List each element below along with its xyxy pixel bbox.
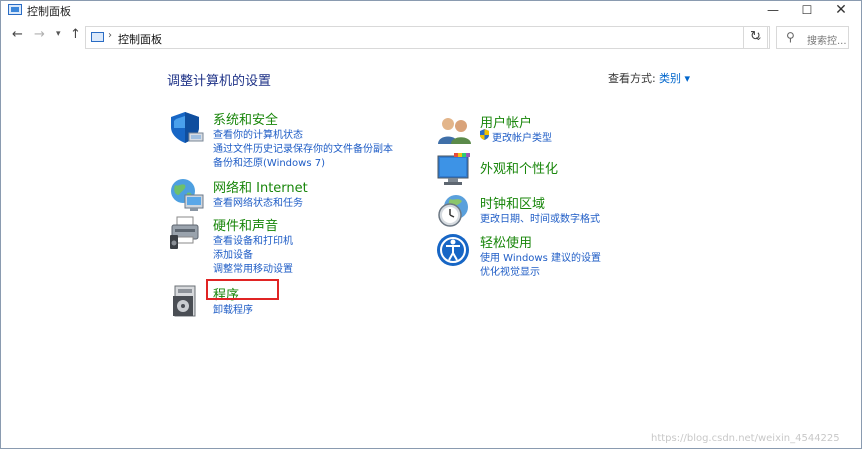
watermark-text: https://blog.csdn.net/weixin_4544225: [651, 433, 840, 444]
category-title-appearance[interactable]: 外观和个性化: [480, 158, 558, 177]
recent-locations-button[interactable]: ▾: [56, 29, 61, 39]
link-uninstall-program[interactable]: 卸载程序: [213, 301, 253, 316]
control-panel-window: 控制面板 — ☐ ✕ ← → ▾ ↑ › 控制面板 ⌄ ↻ ⚲ 搜索控... 调…: [0, 0, 862, 449]
view-by-dropdown[interactable]: 类别 ▾: [659, 70, 690, 86]
link-network-status[interactable]: 查看网络状态和任务: [213, 194, 303, 209]
control-panel-icon: [91, 32, 104, 42]
printer-icon[interactable]: [169, 215, 205, 251]
control-panel-icon: [8, 4, 22, 15]
programs-highlight-box: [206, 279, 279, 300]
link-mobility-settings[interactable]: 调整常用移动设置: [213, 260, 293, 275]
window-title: 控制面板: [27, 5, 71, 18]
back-button[interactable]: ←: [12, 27, 23, 42]
link-file-history-backup[interactable]: 通过文件历史记录保存你的文件备份副本: [213, 140, 393, 155]
refresh-button[interactable]: ↻: [743, 26, 768, 49]
link-devices-printers[interactable]: 查看设备和打印机: [213, 232, 293, 247]
users-icon[interactable]: [436, 112, 472, 148]
search-input[interactable]: ⚲ 搜索控...: [776, 26, 849, 49]
view-by-label: 查看方式:: [608, 72, 656, 85]
ease-of-access-icon[interactable]: [436, 232, 472, 268]
link-backup-restore[interactable]: 备份和还原(Windows 7): [213, 154, 325, 169]
navigation-bar: ← → ▾ ↑ › 控制面板 ⌄ ↻ ⚲ 搜索控...: [1, 23, 861, 51]
link-add-device[interactable]: 添加设备: [213, 246, 253, 261]
link-change-date-time-format[interactable]: 更改日期、时间或数字格式: [480, 210, 600, 225]
title-bar: 控制面板 — ☐ ✕: [1, 1, 861, 21]
search-icon: ⚲: [786, 30, 795, 44]
link-recommended-settings[interactable]: 使用 Windows 建议的设置: [480, 249, 601, 264]
uac-shield-icon: [479, 129, 490, 143]
shield-icon[interactable]: [169, 109, 205, 145]
address-bar[interactable]: › 控制面板 ⌄: [85, 26, 770, 49]
programs-icon[interactable]: [169, 284, 205, 320]
network-globe-icon[interactable]: [169, 177, 205, 213]
monitor-palette-icon[interactable]: [436, 152, 472, 188]
link-optimize-display[interactable]: 优化视觉显示: [480, 263, 540, 278]
breadcrumb-control-panel[interactable]: 控制面板: [118, 31, 162, 47]
up-button[interactable]: ↑: [70, 27, 81, 42]
minimize-button[interactable]: —: [756, 1, 790, 21]
clock-globe-icon[interactable]: [436, 193, 472, 229]
forward-button[interactable]: →: [34, 27, 45, 42]
close-button[interactable]: ✕: [824, 1, 858, 21]
link-change-account-type[interactable]: 更改帐户类型: [492, 129, 552, 144]
page-heading: 调整计算机的设置: [167, 74, 272, 89]
maximize-button[interactable]: ☐: [790, 1, 824, 21]
breadcrumb-separator[interactable]: ›: [108, 30, 112, 41]
link-view-computer-status[interactable]: 查看你的计算机状态: [213, 126, 303, 141]
search-placeholder: 搜索控...: [807, 36, 847, 47]
